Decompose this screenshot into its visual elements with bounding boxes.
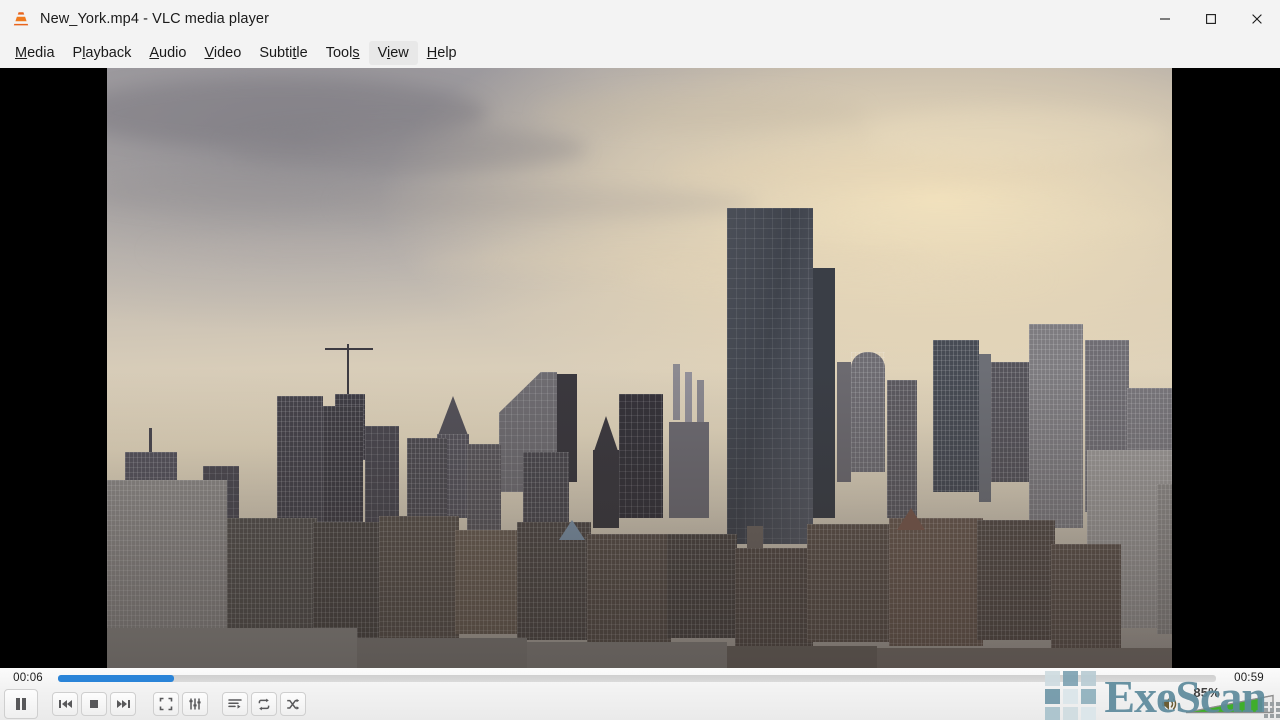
- extended-settings-button[interactable]: [182, 692, 208, 716]
- volume-control[interactable]: 85%: [1160, 685, 1280, 715]
- volume-slider-track: [1185, 694, 1274, 714]
- vlc-cone-icon: [13, 12, 29, 26]
- menu-bar: Media Playback Audio Video Subtitle Tool…: [0, 38, 1280, 68]
- resize-grip[interactable]: [1264, 702, 1280, 718]
- shuffle-icon: [287, 698, 300, 710]
- playlist-icon: [228, 699, 242, 709]
- menu-item-video[interactable]: Video: [195, 41, 250, 65]
- elapsed-time: 00:06: [13, 672, 43, 684]
- next-icon: [116, 700, 130, 708]
- speaker-icon[interactable]: [1160, 695, 1180, 713]
- total-duration: 00:59: [1234, 672, 1264, 684]
- maximize-button[interactable]: [1188, 0, 1234, 38]
- minimize-button[interactable]: [1142, 0, 1188, 38]
- window-controls: [1142, 0, 1280, 38]
- equalizer-icon: [189, 698, 201, 710]
- city-skyline: [107, 198, 1172, 668]
- menu-label: Playback: [72, 45, 132, 61]
- close-button[interactable]: [1234, 0, 1280, 38]
- stop-button[interactable]: [81, 692, 107, 716]
- menu-label: View: [377, 45, 409, 61]
- video-frame: [107, 68, 1172, 668]
- loop-button[interactable]: [251, 692, 277, 716]
- loop-icon: [258, 698, 270, 710]
- menu-item-view[interactable]: View: [368, 41, 418, 65]
- menu-label: Subtitle: [259, 45, 308, 61]
- control-panel: 00:06 00:59 85% ExeScan: [0, 668, 1280, 720]
- menu-item-help[interactable]: Help: [418, 41, 466, 65]
- stop-icon: [90, 700, 98, 708]
- menu-item-subtitle[interactable]: Subtitle: [250, 41, 316, 65]
- menu-item-media[interactable]: Media: [6, 41, 64, 65]
- menu-label: Help: [426, 45, 457, 61]
- seek-slider[interactable]: [58, 674, 1216, 682]
- fullscreen-icon: [159, 697, 173, 711]
- menu-item-tools[interactable]: Tools: [317, 41, 369, 65]
- title-bar: New_York.mp4 - VLC media player: [0, 0, 1280, 38]
- volume-slider[interactable]: [1184, 693, 1276, 715]
- seek-bar-row: 00:06 00:59: [0, 668, 1280, 688]
- menu-item-playback[interactable]: Playback: [64, 41, 141, 65]
- seek-progress-fill: [58, 674, 174, 682]
- vlc-window: New_York.mp4 - VLC media player Media Pl…: [0, 0, 1280, 720]
- pause-icon: [16, 698, 26, 710]
- playlist-button[interactable]: [222, 692, 248, 716]
- menu-label: Video: [204, 45, 242, 61]
- video-display-area[interactable]: [0, 68, 1280, 668]
- transport-controls: 85%: [0, 685, 1280, 720]
- next-button[interactable]: [110, 692, 136, 716]
- menu-label: Media: [15, 45, 55, 61]
- menu-label: Audio: [149, 45, 187, 61]
- play-pause-button[interactable]: [4, 689, 38, 719]
- menu-label: Tools: [325, 45, 360, 61]
- previous-icon: [58, 700, 72, 708]
- menu-item-audio[interactable]: Audio: [140, 41, 195, 65]
- window-title: New_York.mp4 - VLC media player: [40, 11, 270, 27]
- shuffle-button[interactable]: [280, 692, 306, 716]
- previous-button[interactable]: [52, 692, 78, 716]
- fullscreen-button[interactable]: [153, 692, 179, 716]
